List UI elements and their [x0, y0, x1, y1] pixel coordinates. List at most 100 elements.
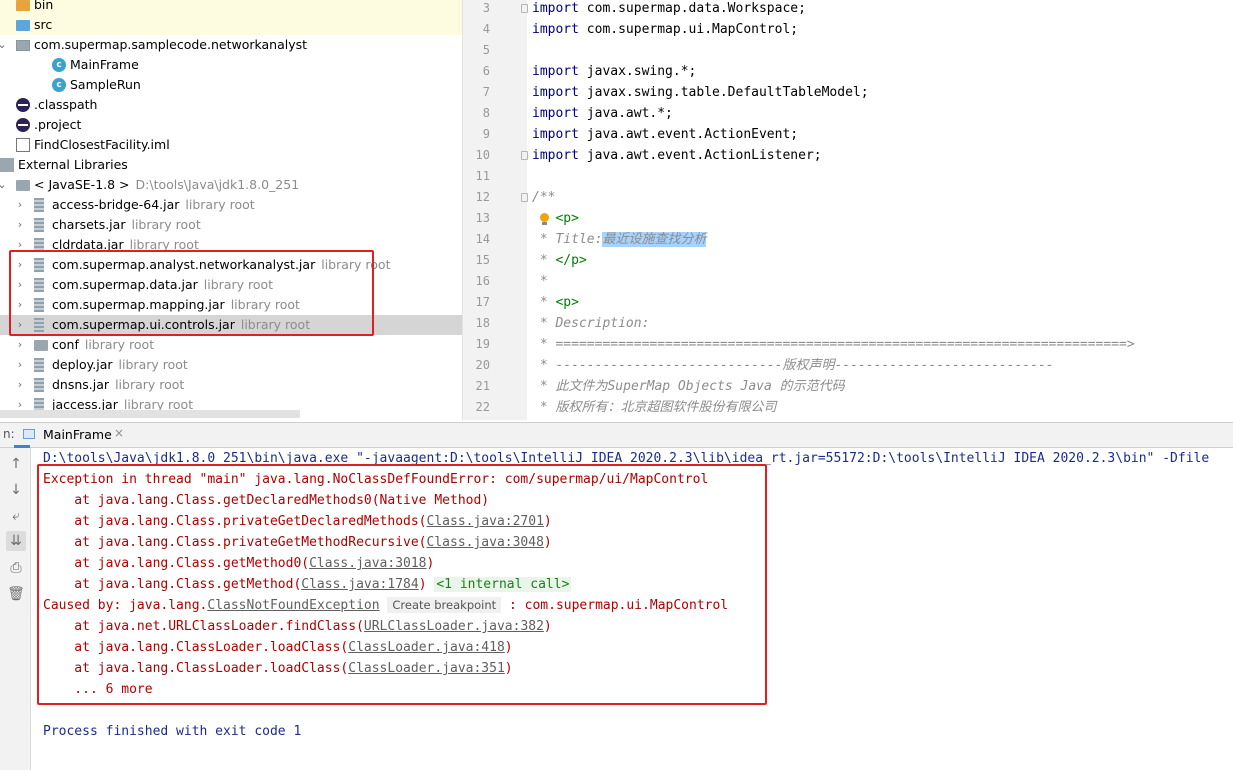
code-line[interactable]: import java.awt.event.ActionEvent;: [532, 124, 798, 145]
code-line[interactable]: * -----------------------------版权声明-----…: [532, 355, 1054, 376]
tree-item[interactable]: › deploy.jar library root: [0, 355, 462, 375]
chevron-right-icon[interactable]: ›: [14, 275, 26, 295]
code-text: * ======================================…: [532, 337, 1135, 352]
tree-item[interactable]: src: [0, 15, 462, 35]
chevron-right-icon[interactable]: ›: [14, 315, 26, 335]
chevron-down-icon[interactable]: ⌄: [0, 35, 8, 55]
code-line[interactable]: import com.supermap.ui.MapControl;: [532, 19, 798, 40]
tree-item[interactable]: › com.supermap.data.jar library root: [0, 275, 462, 295]
code-line[interactable]: <p>: [532, 208, 578, 229]
jdk-folder-icon: [16, 180, 30, 191]
tree-item-label: External Libraries: [18, 155, 128, 175]
tree-item[interactable]: › cldrdata.jar library root: [0, 235, 462, 255]
print-icon[interactable]: ⎙: [6, 558, 26, 578]
source-link[interactable]: ClassLoader.java:418: [348, 640, 505, 655]
code-line[interactable]: * Description:: [532, 313, 650, 334]
tree-item[interactable]: .project: [0, 115, 462, 135]
source-link[interactable]: Class.java:3048: [427, 535, 544, 550]
tree-item[interactable]: c MainFrame: [0, 55, 462, 75]
tree-item[interactable]: › com.supermap.analyst.networkanalyst.jar…: [0, 255, 462, 275]
horizontal-scrollbar[interactable]: [0, 410, 300, 418]
code-line[interactable]: * Title:最近设施查找分析: [532, 229, 707, 250]
code-line[interactable]: * ======================================…: [532, 334, 1135, 355]
fold-marker-icon[interactable]: [521, 4, 528, 13]
code-line[interactable]: import com.supermap.data.Workspace;: [532, 0, 806, 19]
code-line[interactable]: * </p>: [532, 250, 587, 271]
code-line[interactable]: import java.awt.*;: [532, 103, 673, 124]
code-keyword: import: [532, 148, 579, 163]
chevron-right-icon[interactable]: ›: [14, 255, 26, 275]
chevron-right-icon[interactable]: ›: [14, 235, 26, 255]
tree-item[interactable]: › access-bridge-64.jar library root: [0, 195, 462, 215]
scroll-down-icon[interactable]: ↓: [6, 480, 26, 500]
command-line: D:\tools\Java\jdk1.8.0_251\bin\java.exe …: [43, 451, 1210, 466]
tree-item-text: charsets.jar: [52, 217, 126, 232]
tree-item[interactable]: › conf library root: [0, 335, 462, 355]
run-console[interactable]: D:\tools\Java\jdk1.8.0_251\bin\java.exe …: [31, 448, 1233, 770]
source-link[interactable]: ClassLoader.java:351: [348, 661, 505, 676]
scroll-up-icon[interactable]: ↑: [6, 454, 26, 474]
create-breakpoint-button[interactable]: Create breakpoint: [387, 597, 502, 613]
chevron-right-icon[interactable]: ›: [14, 375, 26, 395]
jar-icon: [34, 278, 44, 292]
tree-item-label: cldrdata.jar library root: [52, 235, 199, 255]
code-line[interactable]: import javax.swing.*;: [532, 61, 696, 82]
stack-frame-line: at java.lang.Class.getMethod(Class.java:…: [43, 574, 572, 595]
tree-item-text: com.supermap.data.jar: [52, 277, 198, 292]
source-link[interactable]: URLClassLoader.java:382: [364, 619, 544, 634]
tree-item-text: bin: [34, 0, 54, 12]
source-link[interactable]: Class.java:3018: [309, 556, 426, 571]
run-tab-mainframe[interactable]: MainFrame ×: [14, 423, 124, 448]
tree-item[interactable]: › com.supermap.mapping.jar library root: [0, 295, 462, 315]
caused-by-line: Caused by: java.lang.ClassNotFoundExcept…: [43, 595, 728, 616]
tree-item[interactable]: FindClosestFacility.iml: [0, 135, 462, 155]
stack-frame-line: at java.net.URLClassLoader.findClass(URL…: [43, 616, 551, 637]
code-text: javax.swing.table.DefaultTableModel;: [578, 85, 869, 100]
code-line[interactable]: *: [532, 271, 548, 292]
selected-text[interactable]: 最近设施查找分析: [602, 232, 707, 247]
tree-item-sublabel: library root: [129, 237, 199, 252]
tree-item[interactable]: › charsets.jar library root: [0, 215, 462, 235]
chevron-right-icon[interactable]: ›: [14, 195, 26, 215]
code-line[interactable]: /**: [532, 187, 555, 208]
chevron-right-icon[interactable]: ›: [14, 215, 26, 235]
chevron-down-icon[interactable]: ⌄: [0, 175, 8, 195]
tree-item[interactable]: ⌄ com.supermap.samplecode.networkanalyst: [0, 35, 462, 55]
jar-icon: [34, 298, 44, 312]
tree-item-text: dnsns.jar: [52, 377, 110, 392]
tree-item[interactable]: › dnsns.jar library root: [0, 375, 462, 395]
tree-item-text: com.supermap.samplecode.networkanalyst: [34, 37, 308, 52]
internal-call-fold[interactable]: <1 internal call>: [434, 577, 572, 592]
tree-item-text: .classpath: [34, 97, 98, 112]
code-editor[interactable]: 3 4 5 6 7 8 9 10 11 12 13 14 15 16 17 18 19 20 21 22 import…: [463, 0, 1233, 420]
stack-frame-line: at java.lang.Class.privateGetMethodRecur…: [43, 532, 551, 553]
code-line[interactable]: * <p>: [532, 292, 579, 313]
tree-item[interactable]: ⌄ < JavaSE-1.8 > D:\tools\Java\jdk1.8.0_25…: [0, 175, 462, 195]
code-line[interactable]: import javax.swing.table.DefaultTableMod…: [532, 82, 869, 103]
code-line[interactable]: * 版权所有：北京超图软件股份有限公司: [532, 397, 777, 418]
source-link[interactable]: Class.java:2701: [427, 514, 544, 529]
stack-frame-line: at java.lang.Class.getMethod0(Class.java…: [43, 553, 434, 574]
fold-marker-icon[interactable]: [521, 193, 528, 202]
tree-item[interactable]: bin: [0, 0, 462, 15]
tree-item[interactable]: › com.supermap.ui.controls.jar library roo…: [0, 315, 462, 335]
code-line[interactable]: * 此文件为SuperMap Objects Java 的示范代码: [532, 376, 845, 397]
tree-item-label: dnsns.jar library root: [52, 375, 184, 395]
fold-marker-icon[interactable]: [521, 151, 528, 160]
tree-item[interactable]: .classpath: [0, 95, 462, 115]
clear-all-icon[interactable]: 🗑: [6, 584, 26, 604]
tree-item-sublabel: library root: [203, 277, 274, 292]
chevron-right-icon[interactable]: ›: [14, 295, 26, 315]
source-link[interactable]: Class.java:1784: [301, 577, 418, 592]
chevron-right-icon[interactable]: ›: [14, 355, 26, 375]
class-not-found-link[interactable]: ClassNotFoundException: [207, 598, 379, 613]
close-tab-icon[interactable]: ×: [114, 426, 124, 440]
code-line[interactable]: import java.awt.event.ActionListener;: [532, 145, 822, 166]
soft-wrap-icon[interactable]: ⤶: [6, 506, 26, 526]
tree-item[interactable]: External Libraries: [0, 155, 462, 175]
line-number: 7: [482, 85, 490, 99]
tree-item[interactable]: c SampleRun: [0, 75, 462, 95]
caused-by-suffix: : com.supermap.ui.MapControl: [501, 598, 729, 613]
scroll-to-end-icon[interactable]: ⇊: [6, 531, 26, 551]
chevron-right-icon[interactable]: ›: [14, 335, 26, 355]
